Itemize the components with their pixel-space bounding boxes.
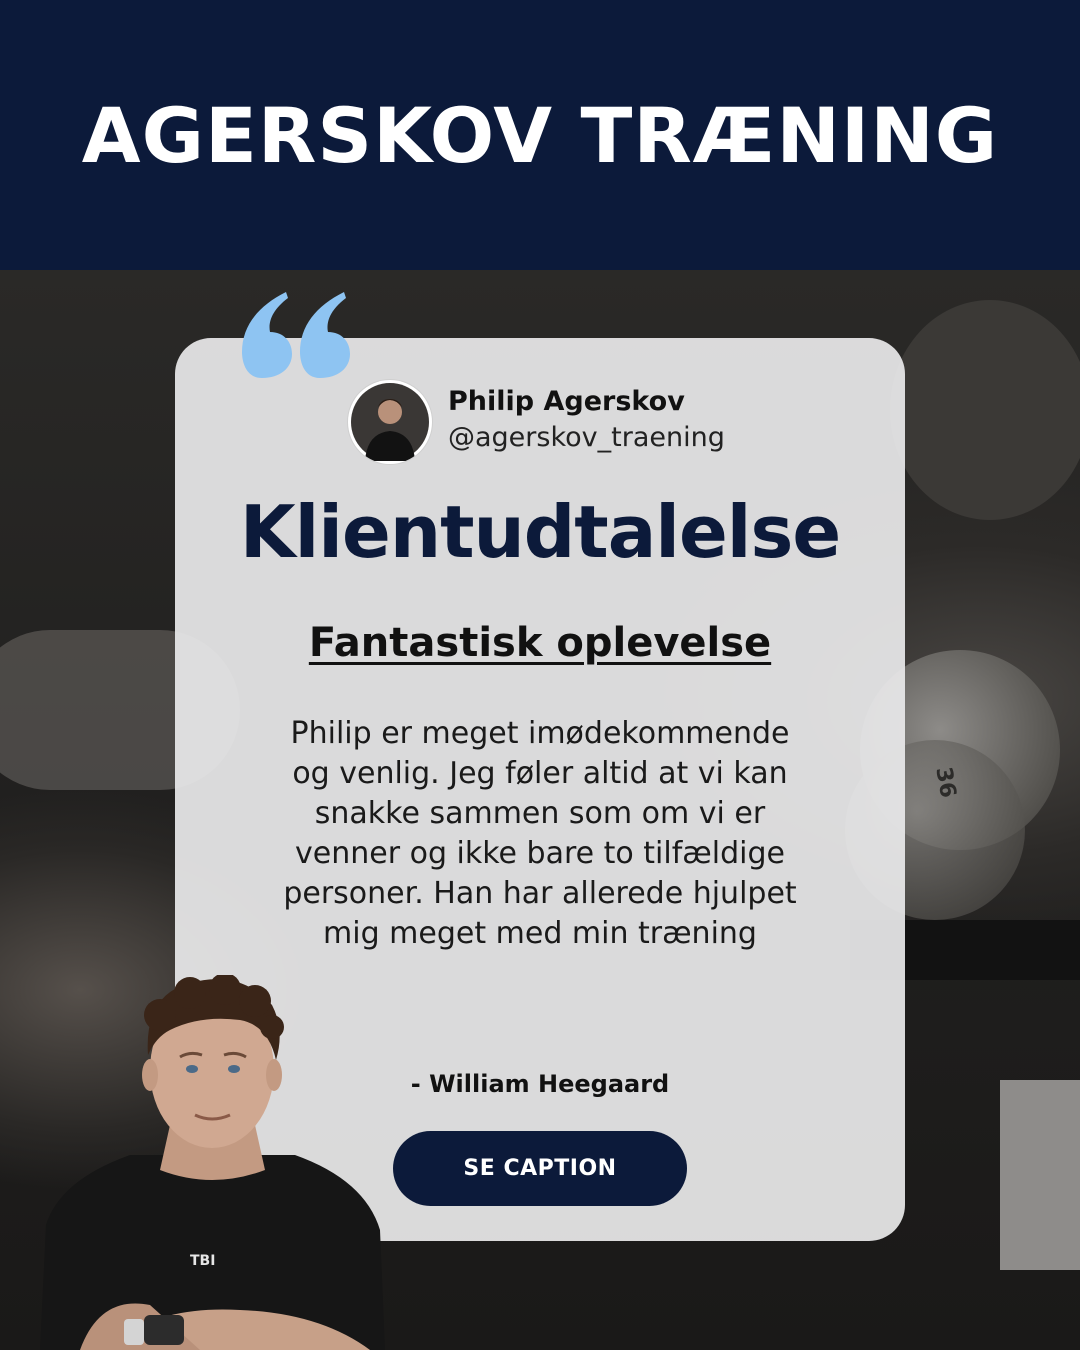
- cta-label: SE CAPTION: [463, 1156, 617, 1181]
- quote-marks-icon: [242, 292, 350, 378]
- shirt-logo: TBI: [190, 1253, 215, 1269]
- card-title: Klientudtalelse: [239, 490, 841, 574]
- testimonial-text: Philip er meget imødekommende og venlig.…: [283, 716, 797, 951]
- author-avatar: [348, 380, 432, 464]
- brand-title: AGERSKOV TRÆNING: [81, 90, 999, 180]
- head-shape: [890, 300, 1080, 520]
- author-name: Philip Agerskov: [448, 386, 685, 417]
- author-handle: @agerskov_traening: [448, 422, 725, 453]
- rack-post: [1000, 1080, 1080, 1270]
- trainer-photo: TBI: [40, 975, 385, 1350]
- avatar-photo: [351, 383, 429, 461]
- card-subtitle: Fantastisk oplevelse: [308, 620, 772, 666]
- plate-label: 36: [930, 765, 961, 800]
- header-bar: AGERSKOV TRÆNING: [0, 0, 1080, 270]
- se-caption-button[interactable]: SE CAPTION: [393, 1131, 687, 1206]
